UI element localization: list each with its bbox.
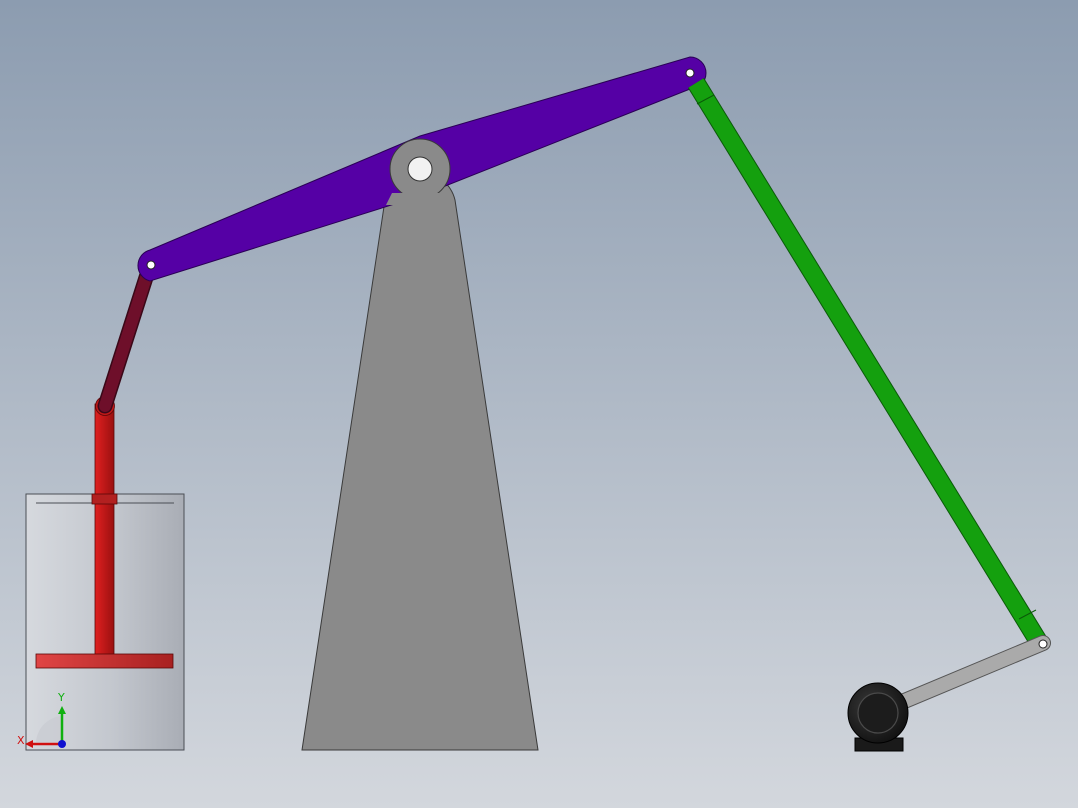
pump-jack-assembly: X Y: [0, 0, 1078, 808]
cad-viewport[interactable]: X Y: [0, 0, 1078, 808]
beam-right-pin-hole: [685, 68, 695, 78]
motor-shaft-hub: [857, 692, 899, 734]
crank-pin-hole: [1038, 639, 1048, 649]
z-axis-dot: [58, 740, 66, 748]
x-axis-label: X: [17, 734, 25, 747]
rod-seal: [91, 493, 118, 505]
piston-rod[interactable]: [91, 396, 118, 657]
piston-head[interactable]: [35, 653, 174, 669]
y-axis-label: Y: [57, 691, 65, 704]
saddle-pivot-hole: [407, 156, 433, 182]
beam-left-pin-hole: [146, 260, 156, 270]
motor[interactable]: [847, 682, 909, 752]
